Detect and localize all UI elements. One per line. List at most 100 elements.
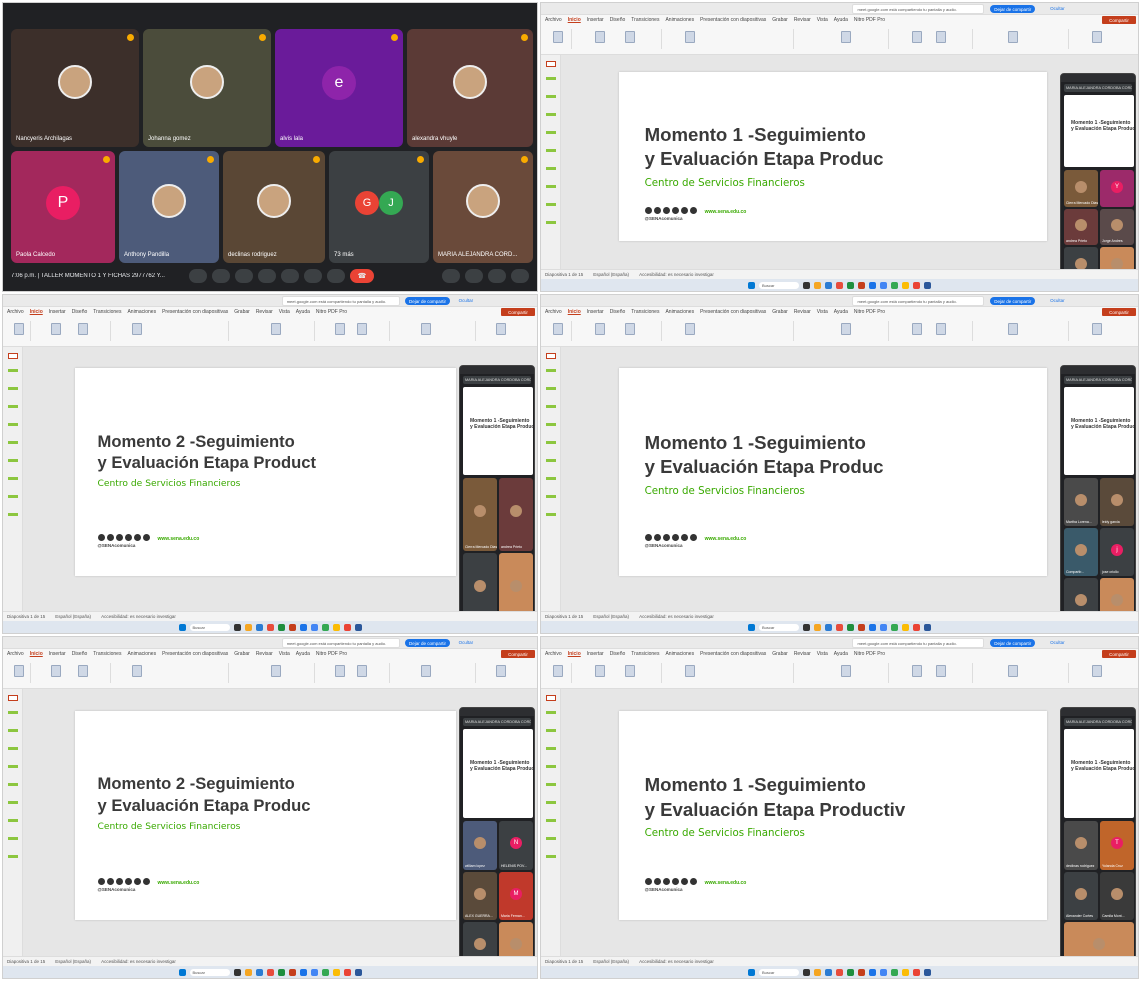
mini-participant-tile[interactable]: andrea Prieto <box>1064 208 1098 246</box>
slide-thumbnail[interactable] <box>8 729 18 732</box>
tab-nitro-pdf-pro[interactable]: Nitro PDF Pro <box>316 309 347 315</box>
tab-diseño[interactable]: Diseño <box>72 651 88 657</box>
taskbar-app-icon[interactable] <box>902 623 909 631</box>
slide-thumbnail[interactable] <box>546 77 556 80</box>
mini-participant-tile[interactable]: N HELENIS POV... <box>499 821 533 870</box>
share-button[interactable]: Compartir <box>501 650 535 658</box>
mini-participant-tile[interactable]: william lopez <box>463 821 497 870</box>
taskbar-app-icon[interactable] <box>858 968 865 976</box>
slide-thumbnail[interactable] <box>8 405 18 408</box>
windows-start-icon[interactable] <box>178 968 186 976</box>
tab-revisar[interactable]: Revisar <box>794 309 811 315</box>
taskbar-app-icon[interactable] <box>924 968 931 976</box>
ribbon-command-icon[interactable] <box>552 31 563 43</box>
slide-thumbnail[interactable] <box>546 113 556 116</box>
tab-presentación-con-diapositivas[interactable]: Presentación con diapositivas <box>162 651 228 657</box>
taskbar-app-icon[interactable] <box>233 623 241 631</box>
slide-thumbnail[interactable] <box>546 423 556 426</box>
tab-diseño[interactable]: Diseño <box>610 17 626 23</box>
slide-thumbnail[interactable] <box>8 765 18 768</box>
ribbon-command-icon[interactable] <box>936 323 947 335</box>
tab-vista[interactable]: Vista <box>817 651 828 657</box>
ribbon-command-icon[interactable] <box>1008 665 1019 677</box>
slide-thumbnail[interactable] <box>8 855 18 858</box>
taskbar-app-icon[interactable] <box>266 623 274 631</box>
taskbar-app-icon[interactable] <box>913 623 920 631</box>
slide-thumbnail[interactable] <box>546 783 556 786</box>
taskbar-app-icon[interactable] <box>913 968 920 976</box>
slide-thumbnail[interactable] <box>546 203 556 206</box>
slide-thumbnail[interactable] <box>546 837 556 840</box>
slide-thumbnail[interactable] <box>546 513 556 516</box>
tab-ayuda[interactable]: Ayuda <box>834 17 848 23</box>
ribbon-command-icon[interactable] <box>936 665 947 677</box>
taskbar-app-icon[interactable] <box>836 281 843 289</box>
slide-thumbnail[interactable] <box>546 459 556 462</box>
mini-participant-tile[interactable]: j jose criollo <box>1100 528 1134 577</box>
ribbon-command-icon[interactable] <box>421 665 432 677</box>
taskbar-app-icon[interactable] <box>255 968 263 976</box>
participant-tile[interactable]: P Paola Calcedo <box>11 151 115 263</box>
ribbon-command-icon[interactable] <box>51 665 62 677</box>
slide-thumbnail[interactable] <box>8 353 18 359</box>
more-icon[interactable] <box>327 269 345 283</box>
ribbon-command-icon[interactable] <box>1092 323 1103 335</box>
taskbar-app-icon[interactable] <box>825 623 832 631</box>
ribbon-command-icon[interactable] <box>13 665 24 677</box>
taskbar-app-icon[interactable] <box>814 968 821 976</box>
tab-animaciones[interactable]: Animaciones <box>127 651 156 657</box>
slide-thumbnail[interactable] <box>546 369 556 372</box>
tab-vista[interactable]: Vista <box>279 309 290 315</box>
tab-inicio[interactable]: Inicio <box>30 651 43 657</box>
tab-transiciones[interactable]: Transiciones <box>631 17 659 23</box>
stop-sharing-button[interactable]: Dejar de compartir <box>990 297 1036 305</box>
tab-transiciones[interactable]: Transiciones <box>631 309 659 315</box>
slide-thumbnail[interactable] <box>546 185 556 188</box>
taskbar-app-icon[interactable] <box>288 968 296 976</box>
tab-transiciones[interactable]: Transiciones <box>631 651 659 657</box>
taskbar-app-icon[interactable] <box>825 968 832 976</box>
taskbar-app-icon[interactable] <box>321 623 329 631</box>
hide-link[interactable]: Ocultar <box>1050 640 1065 645</box>
taskbar-app-icon[interactable] <box>913 281 920 289</box>
tab-animaciones[interactable]: Animaciones <box>665 309 694 315</box>
windows-start-icon[interactable] <box>748 968 755 976</box>
hangup-button[interactable]: ☎ <box>350 269 374 283</box>
ribbon-command-icon[interactable] <box>594 31 605 43</box>
taskbar-app-icon[interactable] <box>288 623 296 631</box>
ribbon-command-icon[interactable] <box>421 323 432 335</box>
ribbon-command-icon[interactable] <box>78 323 89 335</box>
participant-tile[interactable]: alexandra vhuyle <box>407 29 533 147</box>
tab-presentación-con-diapositivas[interactable]: Presentación con diapositivas <box>162 309 228 315</box>
mini-participant-tile[interactable]: leidy garcia <box>1100 478 1134 527</box>
taskbar-app-icon[interactable] <box>244 968 252 976</box>
participant-tile[interactable]: e alvis lala <box>275 29 403 147</box>
taskbar-app-icon[interactable] <box>343 968 351 976</box>
mini-participant-tile[interactable]: Camila Mont... <box>1100 871 1134 921</box>
tab-presentación-con-diapositivas[interactable]: Presentación con diapositivas <box>700 651 766 657</box>
mini-participant-tile[interactable]: T Yolanda Cruz <box>1100 821 1134 870</box>
ribbon-command-icon[interactable] <box>356 323 367 335</box>
taskbar-app-icon[interactable] <box>299 968 307 976</box>
slide-thumbnail[interactable] <box>8 495 18 498</box>
taskbar-app-icon[interactable] <box>803 968 810 976</box>
share-button[interactable]: Compartir <box>1102 650 1136 658</box>
accessibility-status[interactable]: Accesibilidad: es necesario investigar <box>639 959 714 964</box>
taskbar-app-icon[interactable] <box>880 623 887 631</box>
hide-link[interactable]: Ocultar <box>459 640 474 645</box>
slide-thumbnail[interactable] <box>546 495 556 498</box>
taskbar-app-icon[interactable] <box>244 623 252 631</box>
slide-thumbnail[interactable] <box>546 765 556 768</box>
tab-transiciones[interactable]: Transiciones <box>93 309 121 315</box>
slide-thumbnail[interactable] <box>546 221 556 224</box>
ribbon-command-icon[interactable] <box>1008 323 1019 335</box>
slide-thumbnail[interactable] <box>546 747 556 750</box>
mini-participant-tile[interactable]: Compartir... <box>1064 528 1098 577</box>
ribbon-command-icon[interactable] <box>684 323 695 335</box>
taskbar-app-icon[interactable] <box>869 968 876 976</box>
taskbar-app-icon[interactable] <box>858 281 865 289</box>
tab-insertar[interactable]: Insertar <box>587 309 604 315</box>
accessibility-status[interactable]: Accesibilidad: es necesario investigar <box>639 272 714 277</box>
accessibility-status[interactable]: Accesibilidad: es necesario investigar <box>639 614 714 619</box>
taskbar-search[interactable]: Buscar <box>759 968 799 976</box>
